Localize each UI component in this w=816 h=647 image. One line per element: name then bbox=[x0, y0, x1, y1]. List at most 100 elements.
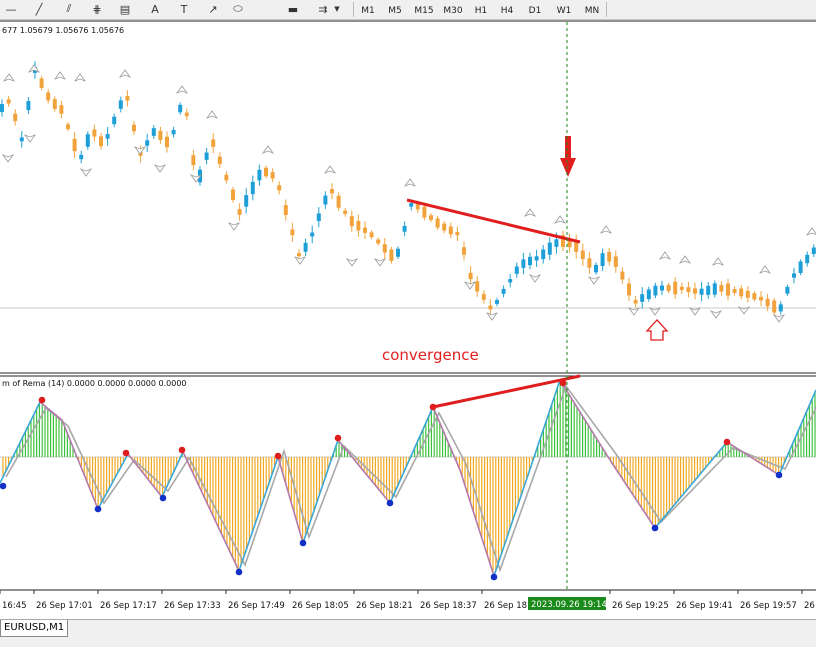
zigzag-segment bbox=[778, 389, 816, 476]
candle-body bbox=[237, 209, 242, 215]
timeframe-m15[interactable]: M15 bbox=[411, 2, 437, 19]
fractal-up-icon bbox=[205, 110, 219, 119]
fractal-down-icon bbox=[1, 154, 15, 163]
candle-body bbox=[409, 203, 414, 207]
candle-body bbox=[316, 213, 321, 222]
candle-body bbox=[72, 138, 77, 152]
candle-body bbox=[514, 266, 519, 274]
candle-body bbox=[79, 154, 84, 160]
fractal-down-icon bbox=[528, 274, 542, 283]
candle-body bbox=[759, 296, 763, 301]
candle-body bbox=[693, 288, 697, 294]
fibonacci-icon[interactable]: ⋕ bbox=[88, 1, 106, 17]
candle-body bbox=[778, 304, 783, 312]
timeframe-m5[interactable]: M5 bbox=[383, 2, 407, 19]
candle-body bbox=[495, 300, 499, 304]
tab-eurusd-m1[interactable]: EURUSD,M1 bbox=[0, 620, 69, 637]
candle-body bbox=[59, 105, 64, 114]
zigzag-segment bbox=[389, 406, 434, 504]
candle-body bbox=[297, 253, 301, 257]
fractal-down-icon bbox=[587, 276, 601, 285]
candle-body bbox=[752, 293, 757, 300]
candle-body bbox=[178, 104, 183, 113]
time-axis-label: 26 Sep 17:49 bbox=[228, 601, 285, 611]
candle-body bbox=[415, 204, 420, 210]
zigzag-segment bbox=[97, 453, 129, 510]
timeframe-d1[interactable]: D1 bbox=[523, 2, 547, 19]
candle-body bbox=[501, 288, 506, 294]
candle-body bbox=[349, 216, 354, 227]
trendline-icon[interactable]: ╱ bbox=[30, 1, 48, 17]
fractal-up-icon bbox=[2, 73, 16, 82]
time-axis-label: 26 Sep 18:37 bbox=[420, 601, 477, 611]
fractal-up-icon bbox=[261, 145, 275, 154]
candle-body bbox=[488, 305, 493, 310]
fractal-down-icon bbox=[23, 134, 37, 143]
fractal-down-icon bbox=[688, 307, 702, 316]
candle-body bbox=[184, 112, 189, 117]
shapes-icon[interactable]: ⇉ bbox=[314, 1, 332, 17]
candle-body bbox=[0, 104, 4, 112]
candle-body bbox=[435, 218, 440, 228]
timeframe-h4[interactable]: H4 bbox=[496, 2, 518, 19]
candle-body bbox=[620, 271, 625, 280]
dropdown-chevron-icon[interactable]: ▼ bbox=[333, 1, 341, 17]
fractal-down-icon bbox=[463, 281, 477, 290]
candle-body bbox=[158, 130, 163, 140]
zigzag-segment bbox=[337, 439, 391, 504]
candle-body bbox=[52, 99, 57, 109]
zigzag-segment bbox=[726, 441, 780, 476]
text-icon[interactable]: A bbox=[146, 1, 164, 17]
candle-body bbox=[132, 124, 136, 132]
candle-body bbox=[191, 155, 196, 165]
zigzag-segment bbox=[459, 469, 495, 577]
time-axis-label: 26 Sep 17:33 bbox=[164, 601, 221, 611]
candle-body bbox=[627, 283, 631, 296]
candle-body bbox=[277, 185, 282, 191]
candle-body bbox=[343, 210, 348, 214]
fractal-down-icon bbox=[227, 222, 241, 231]
candle-body bbox=[244, 195, 249, 207]
candle-body bbox=[211, 139, 216, 147]
fractal-up-icon bbox=[678, 255, 692, 264]
time-axis-label: 26 Sep 17:17 bbox=[100, 601, 157, 611]
fractal-up-icon bbox=[758, 265, 772, 274]
fractal-down-icon bbox=[772, 314, 786, 323]
rectangle-icon[interactable]: ▬ bbox=[284, 1, 302, 17]
fractal-down-icon bbox=[79, 168, 93, 177]
candle-body bbox=[118, 100, 123, 109]
timeframe-m1[interactable]: M1 bbox=[357, 2, 379, 19]
candle-body bbox=[699, 288, 704, 295]
candle-body bbox=[646, 289, 651, 300]
time-axis-label: 16:45 bbox=[2, 601, 27, 611]
candle-body bbox=[462, 247, 466, 255]
ellipse-icon[interactable]: ⬭ bbox=[229, 1, 247, 17]
minus-icon[interactable]: — bbox=[2, 1, 20, 17]
timeframe-w1[interactable]: W1 bbox=[552, 2, 576, 19]
candle-body bbox=[534, 256, 539, 261]
timeframe-m30[interactable]: M30 bbox=[440, 2, 466, 19]
peak-dot bbox=[122, 449, 130, 457]
candle-body bbox=[805, 254, 810, 264]
candle-body bbox=[739, 288, 744, 297]
candle-body bbox=[475, 281, 480, 292]
timeframe-h1[interactable]: H1 bbox=[470, 2, 492, 19]
candle-body bbox=[785, 286, 790, 294]
peak-dot bbox=[178, 446, 186, 454]
timeframe-mn[interactable]: MN bbox=[580, 2, 604, 19]
fractal-up-icon bbox=[553, 215, 567, 224]
fibo-fan-icon[interactable]: ▤ bbox=[116, 1, 134, 17]
candle-body bbox=[719, 285, 724, 292]
candle-body bbox=[336, 195, 341, 208]
chart-area[interactable]: 16:45 26 Sep 17:01 26 Sep 17:17 26 Sep 17:3… bbox=[0, 20, 816, 619]
toolbar-separator bbox=[353, 2, 354, 17]
candle-body bbox=[323, 195, 328, 205]
chart-canvas[interactable]: 16:45 26 Sep 17:01 26 Sep 17:17 26 Sep 17:3… bbox=[0, 20, 816, 619]
text-label-icon[interactable]: T bbox=[175, 1, 193, 17]
candle-body bbox=[607, 252, 612, 262]
channel-icon[interactable]: ⫽ bbox=[60, 1, 78, 17]
fractal-up-icon bbox=[599, 225, 613, 234]
candle-body bbox=[204, 152, 209, 160]
candle-body bbox=[726, 283, 730, 296]
arrow-icon[interactable]: ↗ bbox=[204, 1, 222, 17]
